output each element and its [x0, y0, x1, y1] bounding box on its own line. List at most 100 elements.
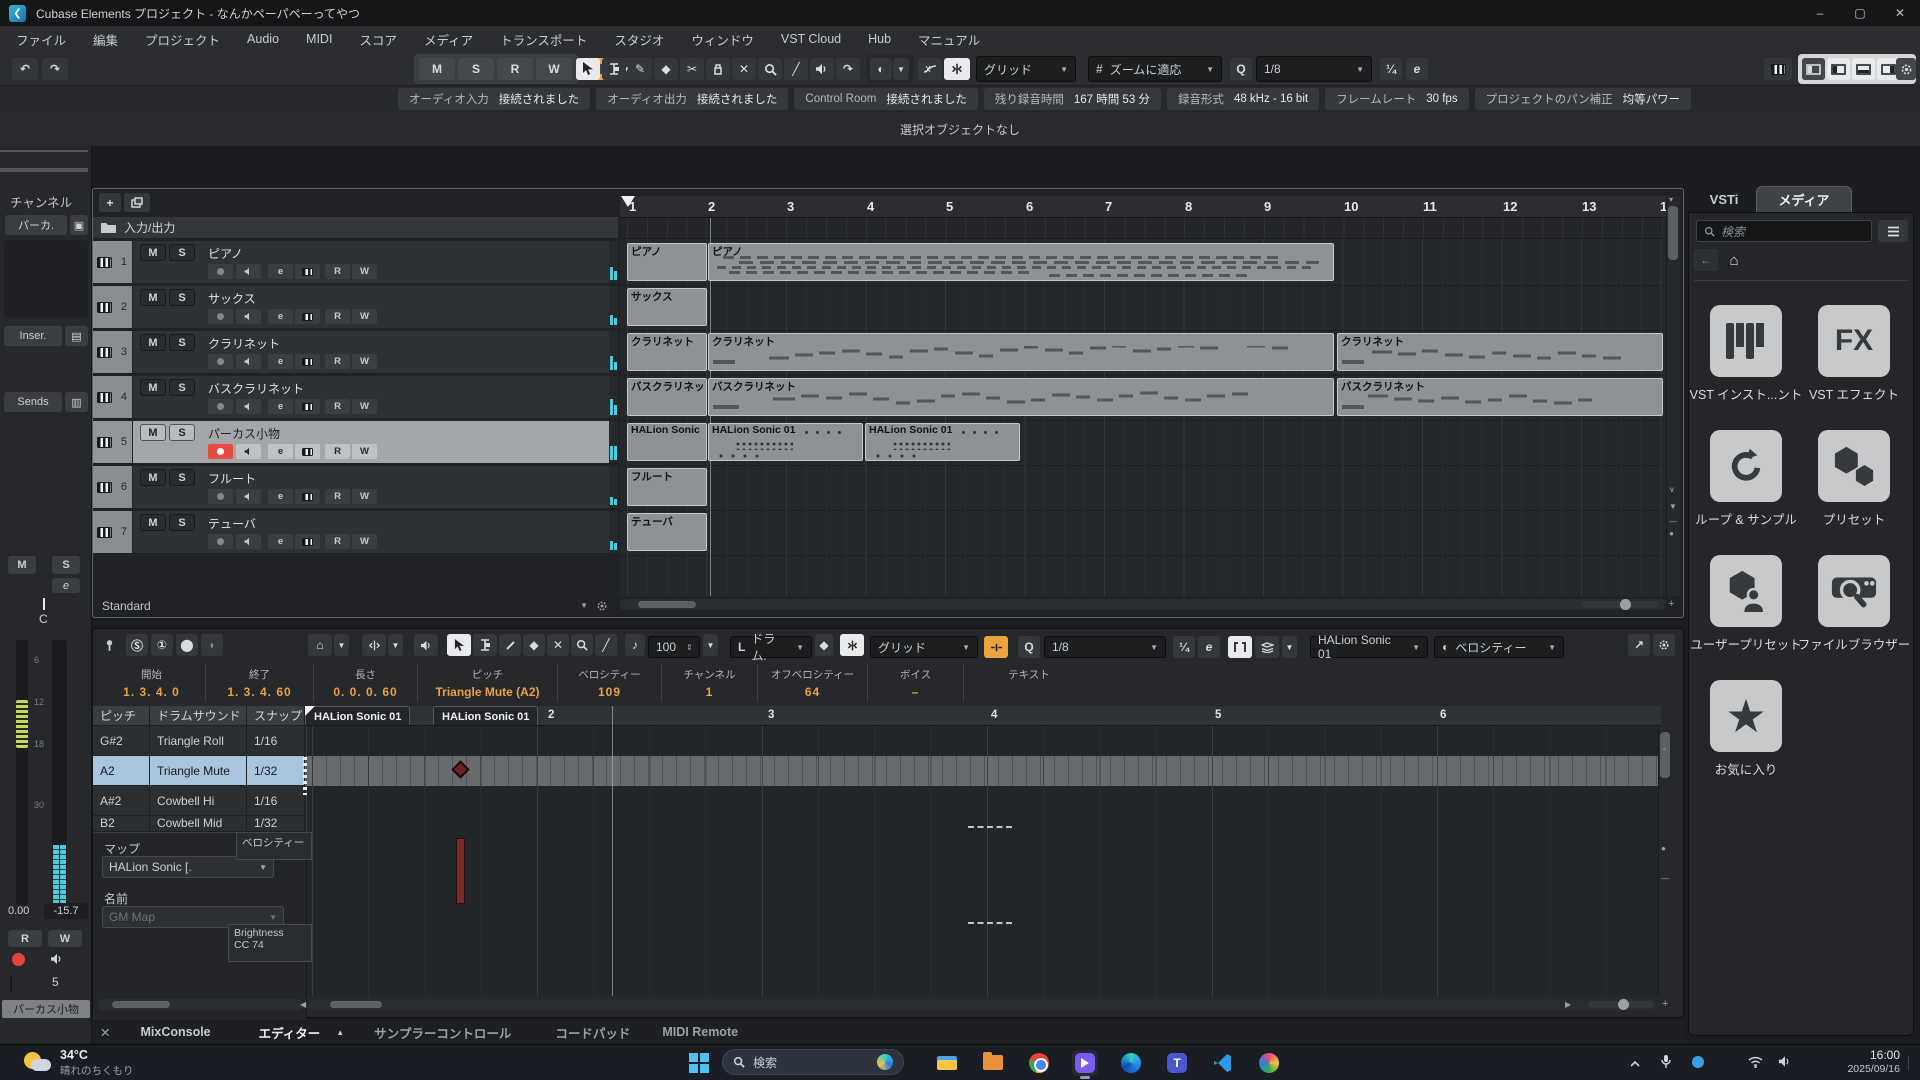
menu-audio[interactable]: Audio — [247, 32, 279, 46]
track-monitor-button[interactable] — [236, 444, 261, 459]
setup-toolbar-gear-icon[interactable] — [1896, 58, 1916, 80]
channel-name-button[interactable]: パーカ. — [5, 215, 67, 235]
mute-tool[interactable]: ✕ — [732, 58, 756, 80]
info-length[interactable]: 長さ0. 0. 0. 60 — [314, 664, 418, 702]
tab-sampler-control[interactable]: サンプラーコントロール — [374, 1023, 511, 1042]
track-write-button[interactable]: W — [352, 309, 377, 324]
edit-active-part-icon[interactable] — [1255, 636, 1279, 658]
part-bass-clarinet-3[interactable]: バスクラリネット — [1337, 378, 1663, 416]
select-tool[interactable] — [576, 58, 600, 80]
drumlist-hscrollbar-thumb[interactable] — [112, 1001, 170, 1008]
project-cursor-marker[interactable] — [621, 196, 635, 207]
track-edit-button[interactable]: e — [268, 309, 293, 324]
arrange-ruler[interactable]: 12 34 56 78 910 1112 1314 — [620, 196, 1666, 218]
part-sax[interactable]: サックス — [627, 288, 707, 326]
inserts-icon[interactable]: ▤ — [65, 326, 88, 346]
tile-file-browser[interactable] — [1818, 555, 1890, 627]
part-halion-2[interactable]: HALion Sonic 01 — [708, 423, 863, 461]
menu-score[interactable]: スコア — [359, 30, 397, 49]
arrange-hscrollbar[interactable] — [620, 599, 1666, 610]
lane-splitter-handle[interactable] — [303, 757, 307, 795]
preset-dropdown-icon[interactable]: ▼ — [580, 601, 588, 610]
tab-vsti[interactable]: VSTi — [1694, 186, 1754, 212]
grid-zoom-dropdown[interactable]: # ズームに適応▼ — [1088, 56, 1222, 82]
racks-keyboard-icon[interactable] — [1764, 58, 1792, 80]
arrange-vscrollbar-thumb[interactable] — [1668, 206, 1678, 260]
menu-project[interactable]: プロジェクト — [145, 30, 220, 49]
lane-boundary-dashes[interactable] — [968, 826, 1012, 828]
tray-wifi-icon[interactable] — [1748, 1056, 1763, 1068]
crescent-icon[interactable]: ◗ — [201, 634, 223, 656]
taskbar-clock-time[interactable]: 16:00 — [1838, 1048, 1900, 1062]
drum-row-sound[interactable]: Cowbell Hi — [150, 786, 247, 816]
drum-row-pitch-selected[interactable]: A2 — [93, 756, 150, 786]
media-list-view-icon[interactable] — [1878, 220, 1908, 242]
track-record-button[interactable] — [208, 399, 233, 414]
track-row-tuba[interactable]: 7 M S テューバ e R W — [93, 511, 618, 554]
minus-icon[interactable]: — — [1661, 875, 1669, 883]
fade-curve-icon[interactable] — [918, 58, 942, 80]
close-button[interactable]: ✕ — [1880, 0, 1920, 26]
velocity-dropdown[interactable]: ▼ — [703, 634, 718, 656]
track-mute-button[interactable]: M — [140, 289, 166, 306]
part-halion-1[interactable]: HALion Sonic — [627, 423, 707, 461]
track-read-button[interactable]: R — [325, 534, 350, 549]
color-tool[interactable]: ◐ — [870, 58, 892, 80]
vscode-icon[interactable] — [1210, 1050, 1236, 1076]
taskbar-search-input[interactable]: 検索 — [722, 1049, 904, 1075]
track-read-button[interactable]: R — [325, 489, 350, 504]
track-instrument-button[interactable] — [295, 264, 320, 279]
channel-read-button[interactable]: R — [8, 930, 42, 947]
active-part-dropdown[interactable]: HALion Sonic 01▼ — [1310, 636, 1428, 658]
controller-lane-selector[interactable]: BrightnessCC 74 — [228, 924, 312, 962]
line-tool[interactable]: ╱ — [784, 58, 808, 80]
tab-midi-remote[interactable]: MIDI Remote — [662, 1025, 738, 1039]
editor-snap-button[interactable] — [840, 634, 864, 656]
track-mute-button[interactable]: M — [140, 379, 166, 396]
editor-hscrollbar-thumb[interactable] — [330, 1001, 382, 1008]
track-monitor-button[interactable] — [236, 264, 261, 279]
editor-quantize-panel-button[interactable]: e — [1198, 636, 1220, 658]
left-zone-toggle-2[interactable] — [1827, 58, 1850, 80]
track-monitor-button[interactable] — [236, 354, 261, 369]
track-write-button[interactable]: W — [352, 354, 377, 369]
editor-iq-button[interactable]: ¼ — [1173, 636, 1195, 658]
minus-icon[interactable]: — — [1669, 518, 1677, 526]
start-button[interactable] — [686, 1050, 712, 1076]
editor-select-tool[interactable] — [447, 634, 471, 656]
read-all-button[interactable]: R — [497, 58, 533, 80]
selected-drum-lane[interactable] — [305, 756, 1661, 786]
track-record-button-enabled[interactable] — [208, 444, 233, 459]
channel-mute-button[interactable]: M — [8, 556, 36, 574]
info-velocity[interactable]: ベロシティー109 — [558, 664, 662, 702]
track-record-button[interactable] — [208, 354, 233, 369]
track-edit-button[interactable]: e — [268, 444, 293, 459]
editor-autoscroll-dropdown[interactable]: ▼ — [388, 634, 403, 656]
editor-part-tab[interactable]: HALion Sonic 01 — [433, 706, 538, 726]
track-instrument-button[interactable] — [295, 399, 320, 414]
drum-row-sound[interactable]: Triangle Roll — [150, 726, 247, 756]
drum-row-pitch-clipped[interactable]: B2 — [93, 816, 150, 832]
insert-velocity-value[interactable]: 100⇕ — [648, 636, 700, 658]
quantize-preset-dropdown[interactable]: 1/8▼ — [1256, 56, 1372, 82]
clipchamp-icon-active[interactable] — [1072, 1050, 1098, 1076]
plus-icon[interactable]: + — [1668, 600, 1674, 608]
info-channel[interactable]: チャンネル1 — [662, 664, 758, 702]
relative-grid-icon[interactable] — [984, 636, 1008, 658]
track-solo-button[interactable]: S — [169, 334, 195, 351]
track-monitor-button[interactable] — [236, 489, 261, 504]
tab-chord-pads[interactable]: コードパッド — [555, 1023, 630, 1042]
length-quantize-dropdown[interactable]: Lドラム.▼ — [730, 636, 812, 658]
editor-hscrollbar[interactable] — [310, 999, 1656, 1010]
track-row-percussion-selected[interactable]: 5 M S パーカス小物 e R W — [93, 421, 618, 464]
tray-location-icon[interactable] — [1692, 1056, 1704, 1068]
track-mute-button[interactable]: M — [140, 334, 166, 351]
scroll-right-icon[interactable]: ▶ — [1565, 1001, 1571, 1009]
part-halion-3[interactable]: HALion Sonic 01 — [865, 423, 1020, 461]
track-read-button[interactable]: R — [325, 354, 350, 369]
track-write-button[interactable]: W — [352, 534, 377, 549]
track-row-piano[interactable]: 1 M S ピアノ e R W — [93, 241, 618, 284]
menu-midi[interactable]: MIDI — [306, 32, 332, 46]
part-borders-button[interactable] — [1228, 636, 1252, 658]
track-read-button[interactable]: R — [325, 309, 350, 324]
